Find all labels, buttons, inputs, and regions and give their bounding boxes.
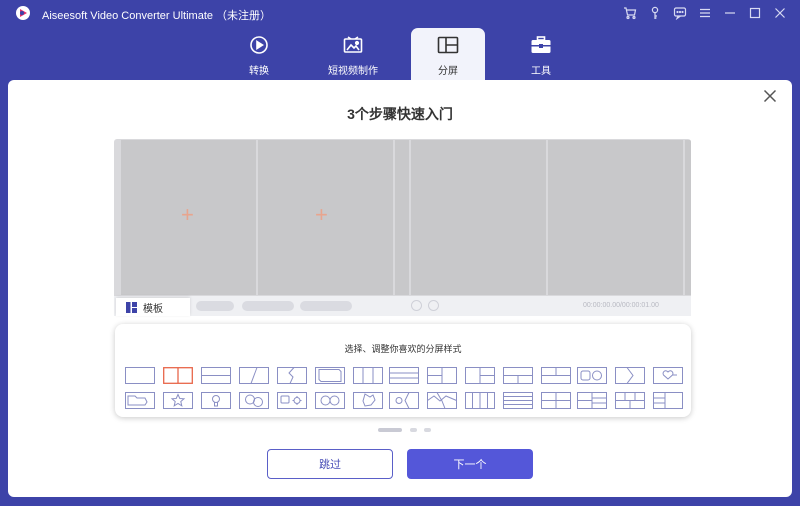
video-slot[interactable] [395,140,409,295]
cart-icon[interactable] [617,4,642,22]
step-indicator [410,428,417,432]
layout-two-horizontal[interactable] [201,367,231,384]
pause-icon[interactable] [428,300,439,311]
tab-collage[interactable]: 分屏 [411,28,485,80]
video-slot[interactable] [411,140,546,295]
layout-three-right-split[interactable] [465,367,495,384]
minimize-icon[interactable] [717,4,742,22]
toolbar-placeholder [300,301,352,311]
tab-label: 转换 [249,66,269,77]
collage-icon [437,35,459,55]
layout-two-vertical-selected[interactable] [163,367,193,384]
play-icon[interactable] [411,300,422,311]
layout-bulb[interactable] [201,392,231,409]
layout-three-left-split[interactable] [427,367,457,384]
tab-label: 短视频制作 [328,66,378,77]
template-tab[interactable]: 模板 [116,298,190,316]
add-icon[interactable]: + [181,202,194,228]
layout-shapes-round[interactable] [577,367,607,384]
layout-gear[interactable] [277,392,307,409]
layout-four-top[interactable] [615,392,645,409]
toolbox-icon [530,35,552,55]
layout-two-circles[interactable] [239,392,269,409]
toolbar-placeholder [242,301,294,311]
mv-icon [342,35,364,55]
layout-three-vertical[interactable] [353,367,383,384]
video-slot[interactable]: + [258,140,393,295]
layout-heart[interactable] [653,367,683,384]
toolbar-placeholder [196,301,234,311]
tab-toolbox[interactable]: 工具 [504,28,578,80]
add-icon[interactable]: + [315,202,328,228]
key-icon[interactable] [642,4,667,22]
video-slot[interactable] [685,140,691,295]
layout-four-vertical[interactable] [465,392,495,409]
layout-arrow[interactable] [615,367,645,384]
timecode: 00:00:00.00/00:00:01.00 [583,302,659,309]
app-logo-icon [15,5,31,21]
skip-button[interactable]: 跳过 [267,449,393,479]
layout-folder[interactable] [125,392,155,409]
app-title: Aiseesoft Video Converter Ultimate （未注册） [42,10,272,22]
next-button[interactable]: 下一个 [407,449,533,479]
tab-convert[interactable]: 转换 [222,28,296,80]
close-guide-icon[interactable] [760,87,780,105]
title-bar: Aiseesoft Video Converter Ultimate （未注册） [0,0,800,26]
guide-heading: 3个步骤快速入门 [347,106,453,122]
layout-three-top-split[interactable] [503,367,533,384]
tab-label: 工具 [531,66,551,77]
menu-icon[interactable] [692,4,717,22]
layout-puzzle[interactable] [353,392,383,409]
layout-four-horizontal[interactable] [503,392,533,409]
split-screen-preview: + + [114,139,691,314]
video-slot[interactable]: + [121,140,256,295]
chat-icon[interactable] [667,4,692,22]
layout-wave[interactable] [427,392,457,409]
convert-icon [248,35,270,55]
layout-four-mixed[interactable] [577,392,607,409]
layout-four-side[interactable] [653,392,683,409]
layout-star[interactable] [163,392,193,409]
layout-four-grid[interactable] [541,392,571,409]
close-icon[interactable] [767,4,792,22]
video-slot[interactable] [548,140,683,295]
maximize-icon[interactable] [742,4,767,22]
chooser-title: 选择、调整你喜欢的分屏样式 [344,344,462,354]
layout-three-bottom-split[interactable] [541,367,571,384]
tab-label: 分屏 [438,66,458,77]
layout-gear-zigzag[interactable] [389,392,419,409]
layout-three-horizontal[interactable] [389,367,419,384]
step-indicator-active [378,428,402,432]
step-indicator [424,428,431,432]
template-tab-label: 模板 [143,303,163,315]
layout-two-diagonal[interactable] [239,367,269,384]
layout-two-zigzag[interactable] [277,367,307,384]
layout-single[interactable] [125,367,155,384]
layout-two-inset[interactable] [315,367,345,384]
tab-mv[interactable]: 短视频制作 [316,28,390,80]
template-icon [126,301,137,313]
layout-two-round[interactable] [315,392,345,409]
